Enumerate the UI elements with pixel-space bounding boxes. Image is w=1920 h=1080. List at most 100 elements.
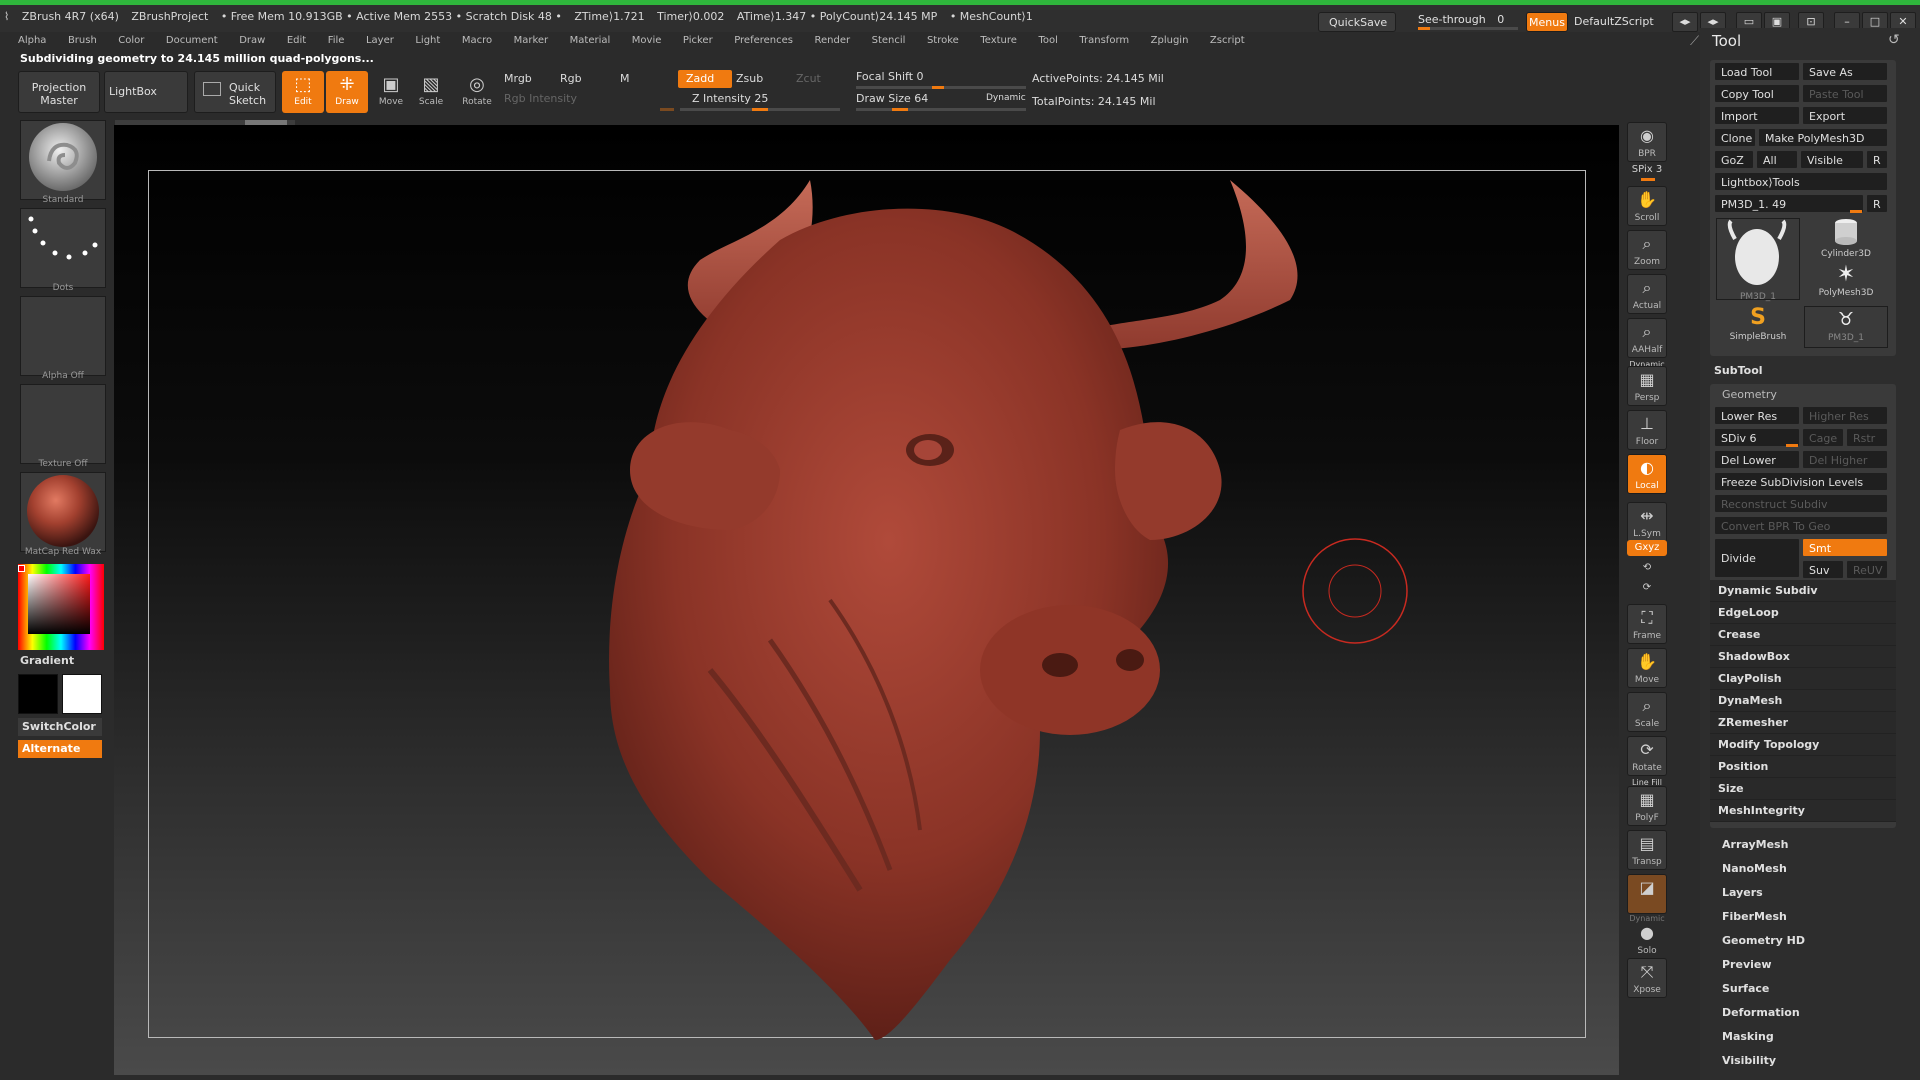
z-intensity-knob[interactable] [752, 108, 768, 111]
menus-button[interactable]: Menus [1526, 12, 1568, 32]
lightbox-button[interactable]: LightBox [104, 71, 188, 113]
convert-bpr-button[interactable]: Convert BPR To Geo [1714, 516, 1888, 535]
crease-section[interactable]: Crease [1710, 624, 1896, 646]
menu-stroke[interactable]: Stroke [927, 32, 959, 50]
goz-button[interactable]: GoZ [1714, 150, 1754, 169]
masking-section[interactable]: Masking [1722, 1030, 1774, 1043]
zadd-toggle[interactable]: Zadd [678, 70, 732, 88]
del-lower-button[interactable]: Del Lower [1714, 450, 1800, 469]
floor-button[interactable]: ⊥ Floor [1627, 410, 1667, 450]
polyf-button[interactable]: ▦ PolyF [1627, 786, 1667, 826]
del-higher-button[interactable]: Del Higher [1802, 450, 1888, 469]
tool-thumb-pm3d-2[interactable]: ♉ PM3D_1 [1804, 306, 1888, 348]
color-picker-marker[interactable] [18, 565, 25, 572]
layers-section[interactable]: Layers [1722, 886, 1763, 899]
save-as-button[interactable]: Save As [1802, 62, 1888, 81]
menu-zscript[interactable]: Zscript [1210, 32, 1245, 50]
dynamic-subdiv-section[interactable]: Dynamic Subdiv [1710, 580, 1896, 602]
subtool-section[interactable]: SubTool [1714, 364, 1763, 377]
load-tool-button[interactable]: Load Tool [1714, 62, 1800, 81]
lower-res-button[interactable]: Lower Res [1714, 406, 1800, 425]
tool-thumb-polymesh[interactable]: ✶ PolyMesh3D [1804, 262, 1888, 304]
m-toggle[interactable]: M [620, 72, 630, 85]
paste-tool-button[interactable]: Paste Tool [1802, 84, 1888, 103]
geometry-section[interactable]: Geometry [1722, 388, 1777, 401]
surface-section[interactable]: Surface [1722, 982, 1769, 995]
dynamesh-section[interactable]: DynaMesh [1710, 690, 1896, 712]
zsub-toggle[interactable]: Zsub [736, 72, 763, 85]
draw-size-track[interactable] [856, 108, 1026, 111]
smt-toggle[interactable]: Smt [1802, 538, 1888, 557]
bpr-button[interactable]: ◉ BPR [1627, 122, 1667, 162]
frame-button[interactable]: ⛶ Frame [1627, 604, 1667, 644]
rgb-intensity-knob[interactable] [660, 108, 674, 111]
suv-toggle[interactable]: Suv [1802, 560, 1844, 579]
transp-button[interactable]: ▤ Transp [1627, 830, 1667, 870]
focal-shift-knob[interactable] [932, 86, 944, 89]
freeze-subdiv-button[interactable]: Freeze SubDivision Levels [1714, 472, 1888, 491]
stroke-thumbnail[interactable] [20, 208, 106, 288]
menu-alpha[interactable]: Alpha [18, 32, 46, 50]
menu-light[interactable]: Light [415, 32, 440, 50]
spix-slider[interactable]: SPix 3 [1627, 164, 1667, 175]
ghost-button[interactable]: ◪ [1627, 874, 1667, 914]
size-section[interactable]: Size [1710, 778, 1896, 800]
menu-material[interactable]: Material [570, 32, 611, 50]
deformation-section[interactable]: Deformation [1722, 1006, 1800, 1019]
seethrough-slider[interactable]: See-through 0 [1418, 13, 1504, 26]
draw-mode-button[interactable]: ⁜ Draw [326, 71, 368, 113]
alternate-button[interactable]: Alternate [18, 740, 102, 758]
quicksave-button[interactable]: QuickSave [1318, 12, 1396, 32]
tool-thumb-pm3d[interactable]: PM3D_1 [1716, 218, 1800, 302]
menu-transform[interactable]: Transform [1079, 32, 1129, 50]
spix-knob[interactable] [1641, 178, 1655, 181]
aahalf-button[interactable]: ⌕ AAHalf [1627, 318, 1667, 358]
current-tool-slider[interactable]: PM3D_1. 49 [1714, 194, 1864, 213]
modify-topology-section[interactable]: Modify Topology [1710, 734, 1896, 756]
draw-size-knob[interactable] [892, 108, 908, 111]
rgb-intensity-slider[interactable]: Rgb Intensity [504, 92, 577, 105]
menu-layer[interactable]: Layer [366, 32, 394, 50]
zoom-button[interactable]: ⌕ Zoom [1627, 230, 1667, 270]
menu-zplugin[interactable]: Zplugin [1151, 32, 1189, 50]
seethrough-track[interactable] [1418, 27, 1518, 30]
color-picker-square[interactable] [28, 574, 90, 634]
persp-button[interactable]: ▦ Persp [1627, 366, 1667, 406]
edit-mode-button[interactable]: ⬚ Edit [282, 71, 324, 113]
zremesher-section[interactable]: ZRemesher [1710, 712, 1896, 734]
position-section[interactable]: Position [1710, 756, 1896, 778]
export-button[interactable]: Export [1802, 106, 1888, 125]
scale-view-button[interactable]: ⌕ Scale [1627, 692, 1667, 732]
tool-thumb-simplebrush[interactable]: S SimpleBrush [1716, 304, 1800, 350]
copy-tool-button[interactable]: Copy Tool [1714, 84, 1800, 103]
edgeloop-section[interactable]: EdgeLoop [1710, 602, 1896, 624]
current-tool-knob[interactable] [1850, 210, 1862, 213]
seethrough-knob[interactable] [1418, 27, 1430, 30]
move-view-button[interactable]: ✋ Move [1627, 648, 1667, 688]
rotate-mode-button[interactable]: ◎ Rotate [456, 71, 498, 113]
geometry-hd-section[interactable]: Geometry HD [1722, 934, 1805, 947]
draw-size-slider[interactable]: Draw Size 64 [856, 92, 928, 105]
menu-macro[interactable]: Macro [462, 32, 492, 50]
goz-all-button[interactable]: All [1756, 150, 1798, 169]
menu-edit[interactable]: Edit [287, 32, 306, 50]
scroll-button[interactable]: ✋ Scroll [1627, 186, 1667, 226]
brush-thumbnail[interactable] [20, 120, 106, 200]
menu-picker[interactable]: Picker [683, 32, 713, 50]
menu-render[interactable]: Render [815, 32, 851, 50]
rstr-button[interactable]: Rstr [1846, 428, 1888, 447]
gradient-toggle[interactable]: Gradient [20, 654, 74, 667]
xpose-button[interactable]: ⤧ Xpose [1627, 958, 1667, 998]
rgb-toggle[interactable]: Rgb [560, 72, 582, 85]
menu-brush[interactable]: Brush [68, 32, 97, 50]
arraymesh-section[interactable]: ArrayMesh [1722, 838, 1788, 851]
secondary-color-swatch[interactable] [62, 674, 102, 714]
actual-button[interactable]: ⌕ Actual [1627, 274, 1667, 314]
menu-texture[interactable]: Texture [980, 32, 1017, 50]
cage-button[interactable]: Cage [1802, 428, 1844, 447]
rotate-z-icon[interactable]: ⟳ [1627, 582, 1667, 593]
material-thumbnail[interactable] [20, 472, 106, 552]
goz-visible-button[interactable]: Visible [1800, 150, 1864, 169]
solo-button[interactable]: ● Solo [1627, 920, 1667, 960]
rotate-y-icon[interactable]: ⟲ [1627, 562, 1667, 573]
